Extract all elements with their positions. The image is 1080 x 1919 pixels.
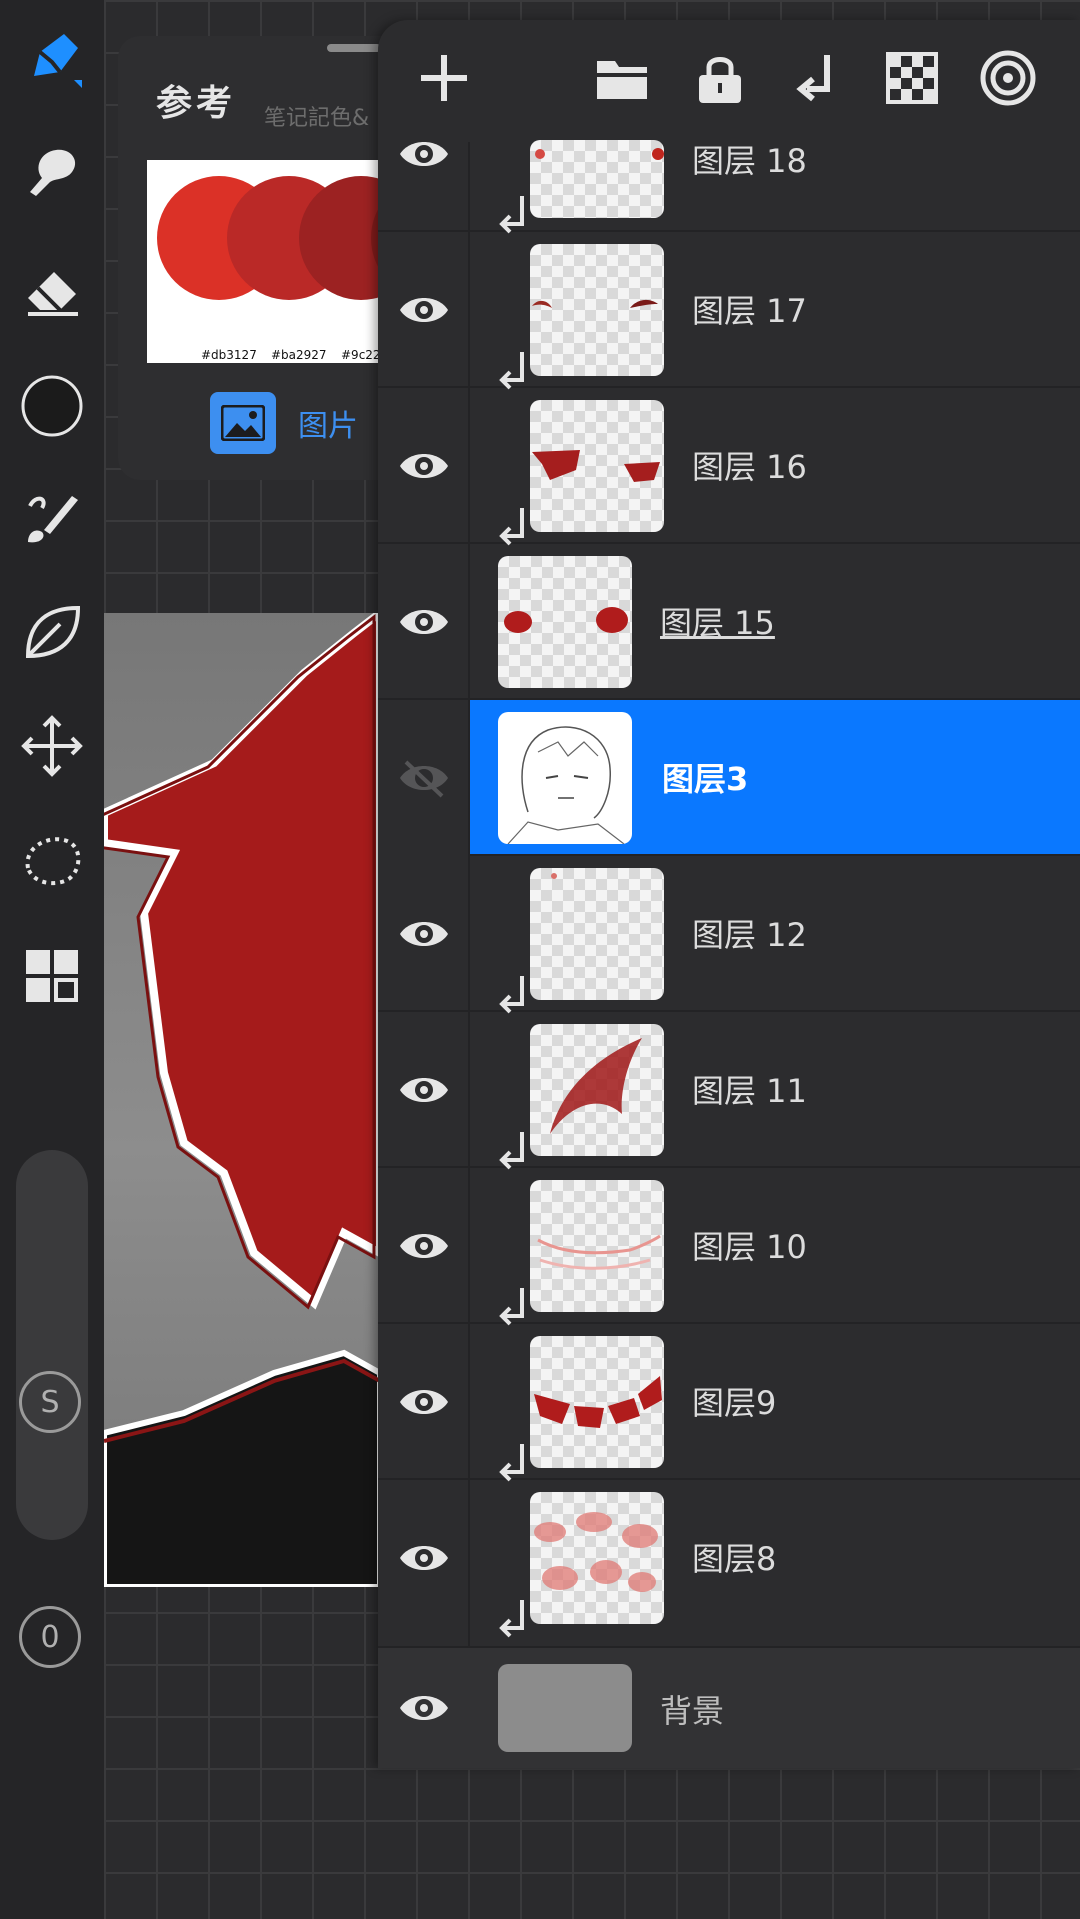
brush-library-button[interactable] — [18, 484, 86, 552]
leaf-icon — [25, 605, 81, 659]
layer-thumbnail — [530, 868, 664, 1000]
eye-icon[interactable] — [398, 128, 450, 180]
eye-icon[interactable] — [398, 596, 450, 648]
color-circle-icon — [21, 375, 83, 437]
eye-icon[interactable] — [398, 908, 450, 960]
eye-icon[interactable] — [398, 440, 450, 492]
smudge-icon — [30, 149, 76, 196]
brush-size-slider[interactable] — [16, 1150, 88, 1540]
clip-arrow-icon — [499, 352, 524, 390]
brush-icon — [28, 496, 78, 543]
adjustments-tool-button[interactable] — [18, 598, 86, 666]
clip-arrow-icon — [499, 976, 524, 1014]
eye-hidden-icon[interactable] — [398, 752, 450, 804]
eye-icon[interactable] — [398, 1532, 450, 1584]
layer-row[interactable]: 图层 12 — [378, 856, 1080, 1014]
opacity-indicator[interactable]: 0 — [19, 1606, 81, 1668]
selection-tool-button[interactable] — [18, 826, 86, 894]
layer-thumbnail — [530, 1180, 664, 1312]
clip-arrow-icon — [499, 1132, 524, 1170]
eye-icon[interactable] — [398, 1220, 450, 1272]
smudge-tool-button[interactable] — [18, 136, 86, 204]
eye-icon[interactable] — [398, 284, 450, 336]
layer-row[interactable]: 图层9 — [378, 1324, 1080, 1482]
layer-thumbnail — [530, 400, 664, 532]
layer-thumbnail — [530, 1492, 664, 1624]
layer-row[interactable]: 图层 16 — [378, 388, 1080, 546]
color-picker-button[interactable] — [18, 372, 86, 440]
clip-arrow-icon — [499, 1444, 524, 1482]
layer-name: 图层9 — [692, 1384, 777, 1422]
layer-row[interactable]: 图层 18 — [378, 76, 1080, 234]
image-icon — [210, 392, 276, 454]
layer-thumbnail — [530, 244, 664, 376]
layer-name: 图层 12 — [692, 916, 807, 954]
layer-thumbnail — [530, 1336, 664, 1468]
layer-thumbnail — [530, 140, 664, 218]
layer-name: 图层8 — [692, 1540, 777, 1578]
swatch-label-1: #db3127 — [201, 348, 257, 362]
eye-icon[interactable] — [398, 1682, 450, 1734]
layer-row[interactable]: 图层 11 — [378, 1012, 1080, 1170]
layer-row-selected[interactable]: 图层3 — [470, 700, 1080, 856]
background-color-swatch — [498, 1664, 632, 1752]
smudge-size-indicator[interactable]: S — [19, 1371, 81, 1433]
reference-image-tab[interactable]: 图片 — [210, 392, 358, 454]
background-layer-name: 背景 — [660, 1692, 725, 1730]
pen-icon — [34, 34, 82, 88]
reference-faint-label: 笔记記色& — [264, 106, 370, 131]
layer-name: 图层3 — [662, 760, 749, 798]
layer-row[interactable]: 图层8 — [378, 1480, 1080, 1648]
layer-name: 图层 17 — [692, 292, 807, 330]
layer-name: 图层 18 — [692, 142, 807, 180]
clip-arrow-icon — [499, 508, 524, 546]
reference-drag-handle[interactable] — [327, 44, 381, 52]
eraser-icon — [28, 272, 78, 316]
clip-arrow-icon — [499, 1600, 524, 1638]
background-layer-row[interactable]: 背景 — [378, 1648, 1080, 1768]
left-toolbar: S 0 — [0, 0, 104, 1919]
layer-row[interactable]: 图层 15 — [378, 544, 1080, 700]
reference-tab-label: 图片 — [298, 409, 358, 444]
clip-arrow-icon — [499, 1288, 524, 1326]
layer-thumbnail — [530, 1024, 664, 1156]
clip-arrow-icon — [499, 196, 524, 234]
gallery-tool-button[interactable] — [18, 942, 86, 1010]
move-arrows-icon — [21, 715, 83, 777]
eye-icon[interactable] — [398, 1064, 450, 1116]
layer-name: 图层 15 — [660, 604, 775, 642]
lasso-icon — [25, 837, 81, 886]
layer-name: 图层 16 — [692, 448, 807, 486]
grid-icon — [26, 950, 78, 1002]
layer-row[interactable]: 图层 17 — [378, 232, 1080, 390]
eye-icon[interactable] — [398, 1376, 450, 1428]
reference-title: 参考 — [156, 83, 237, 124]
reference-image[interactable]: #db3127 #ba2927 #9c22... — [147, 160, 380, 363]
eraser-tool-button[interactable] — [18, 256, 86, 324]
artwork-illustration — [104, 613, 380, 1587]
swatch-label-2: #ba2927 — [271, 348, 327, 362]
layer-thumbnail — [498, 556, 632, 688]
artwork-canvas[interactable] — [104, 613, 380, 1587]
layer-name: 图层 11 — [692, 1072, 807, 1110]
layer-name: 图层 10 — [692, 1228, 807, 1266]
layer-thumbnail — [498, 712, 632, 844]
transform-tool-button[interactable] — [18, 712, 86, 780]
swatch-label-3: #9c22... — [341, 348, 380, 362]
layer-row[interactable]: 图层 10 — [378, 1168, 1080, 1326]
paint-tool-button[interactable] — [18, 24, 86, 92]
